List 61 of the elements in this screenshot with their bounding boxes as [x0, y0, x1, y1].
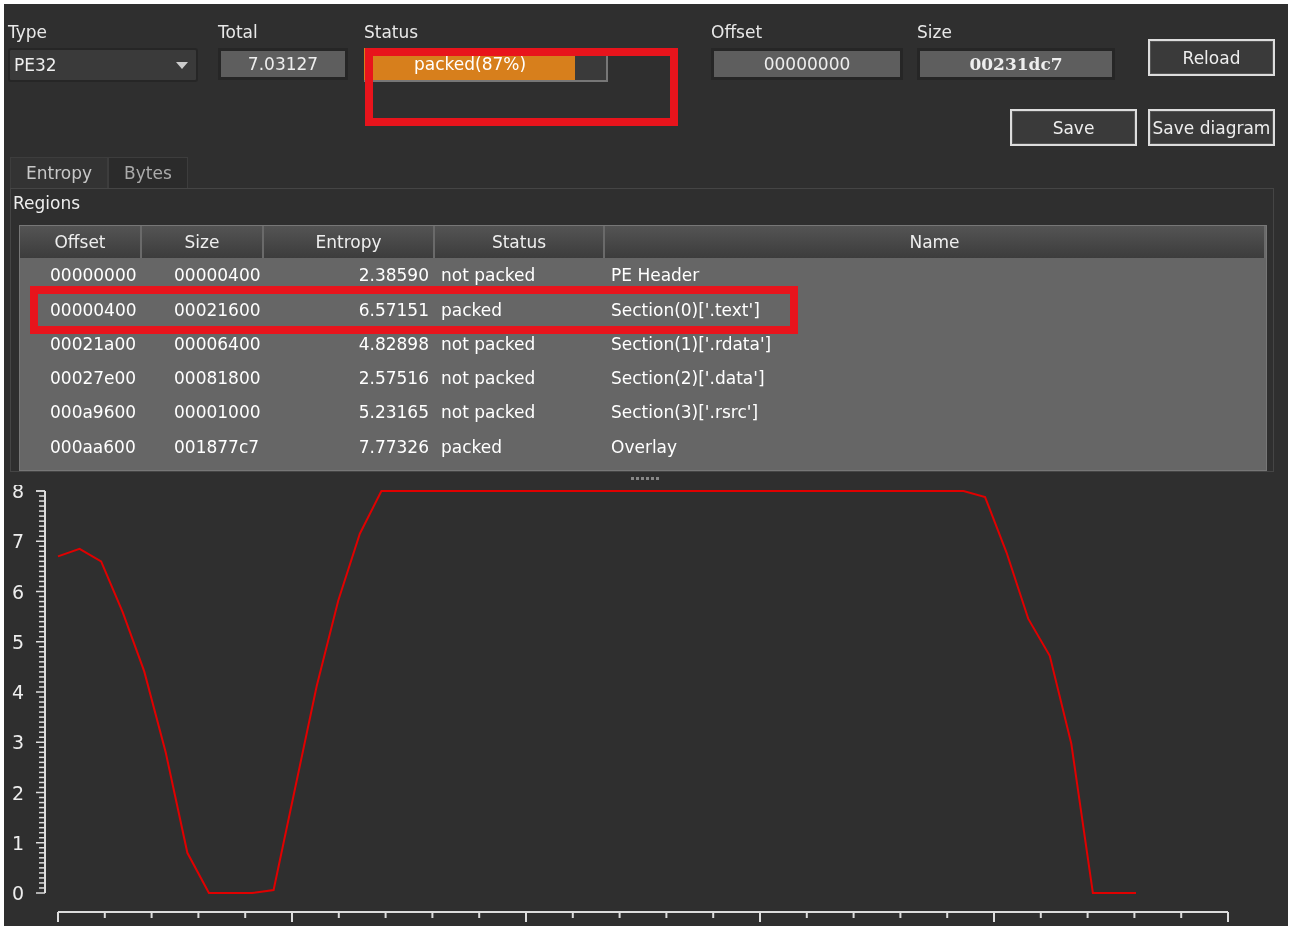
- table-cell-text: Section(3)['.rsrc']: [610, 401, 760, 425]
- y-tick-label: 7: [12, 530, 25, 553]
- table-cell-text: 6.57151: [357, 298, 430, 322]
- table-cell-text: not packed: [440, 401, 537, 425]
- y-tick-label: 3: [12, 731, 25, 754]
- tab[interactable]: Bytes: [108, 156, 188, 189]
- column-header[interactable]: Entropy: [264, 226, 435, 259]
- table-cell-text: not packed: [440, 332, 537, 356]
- size-field: 00231dc7: [917, 48, 1115, 80]
- y-tick-label: 5: [12, 630, 25, 653]
- table-cell-text: 4.82898: [357, 332, 430, 356]
- tab[interactable]: Entropy: [10, 156, 109, 189]
- table-cell-text: 00021a00: [49, 332, 138, 356]
- table-cell-text: Section(0)['.text']: [610, 298, 761, 322]
- offset-label: Offset: [711, 22, 764, 44]
- table-cell-text: 00000400: [49, 298, 138, 322]
- table-cell-text: Overlay: [610, 435, 679, 459]
- column-header[interactable]: Offset: [20, 226, 142, 259]
- table-cell-text: 5.23165: [357, 401, 430, 425]
- type-dropdown[interactable]: PE32: [8, 48, 198, 82]
- table-cell-text: Section(2)['.data']: [610, 367, 766, 391]
- table-cell-text: 2.38590: [357, 264, 430, 288]
- table-cell-text: packed: [440, 298, 504, 322]
- table-cell-text: 2.57516: [357, 367, 430, 391]
- table-cell-text: 00021600: [173, 298, 262, 322]
- table-cell-text: 00000000: [49, 264, 138, 288]
- table-cell-text: 001877c7: [173, 435, 261, 459]
- status-text: packed(87%): [412, 53, 528, 76]
- save-diagram-button[interactable]: Save diagram: [1148, 109, 1275, 146]
- table-cell-text: PE Header: [610, 264, 701, 288]
- y-tick-label: 2: [12, 781, 25, 804]
- offset-field: 00000000: [711, 48, 903, 80]
- y-tick-label: 4: [12, 681, 25, 703]
- reload-button[interactable]: Reload: [1148, 39, 1275, 76]
- table-cell-text: 00000400: [173, 264, 262, 288]
- column-header[interactable]: Name: [605, 226, 1266, 259]
- type-label: Type: [8, 22, 49, 44]
- y-tick-label: 0: [12, 882, 25, 904]
- table-cell-text: 00006400: [173, 332, 262, 356]
- total-field: 7.03127: [218, 48, 348, 80]
- table-cell-text: Section(1)['.rdata']: [610, 332, 773, 356]
- table-cell-text: 00081800: [173, 367, 262, 391]
- table-cell-text: 7.77326: [357, 435, 430, 459]
- size-label: Size: [917, 22, 953, 44]
- y-tick-label: 6: [12, 580, 25, 603]
- column-header[interactable]: Status: [435, 226, 605, 259]
- save-button[interactable]: Save: [1010, 109, 1137, 146]
- table-cell-text: 00001000: [173, 401, 262, 425]
- total-label: Total: [218, 22, 259, 44]
- status-label: Status: [364, 22, 420, 44]
- column-header[interactable]: Size: [142, 226, 264, 259]
- caret-icon: [176, 61, 188, 69]
- regions-title: Regions: [13, 193, 82, 216]
- y-tick-label: 1: [12, 831, 25, 854]
- table-cell-text: not packed: [440, 264, 537, 288]
- table-cell-text: not packed: [440, 367, 537, 391]
- table-cell-text: 000a9600: [49, 401, 138, 425]
- table-cell-text: 00027e00: [49, 367, 138, 391]
- table-cell-text: 000aa600: [49, 435, 137, 459]
- table-cell-text: packed: [440, 435, 504, 459]
- splitter-handle[interactable]: [631, 477, 661, 481]
